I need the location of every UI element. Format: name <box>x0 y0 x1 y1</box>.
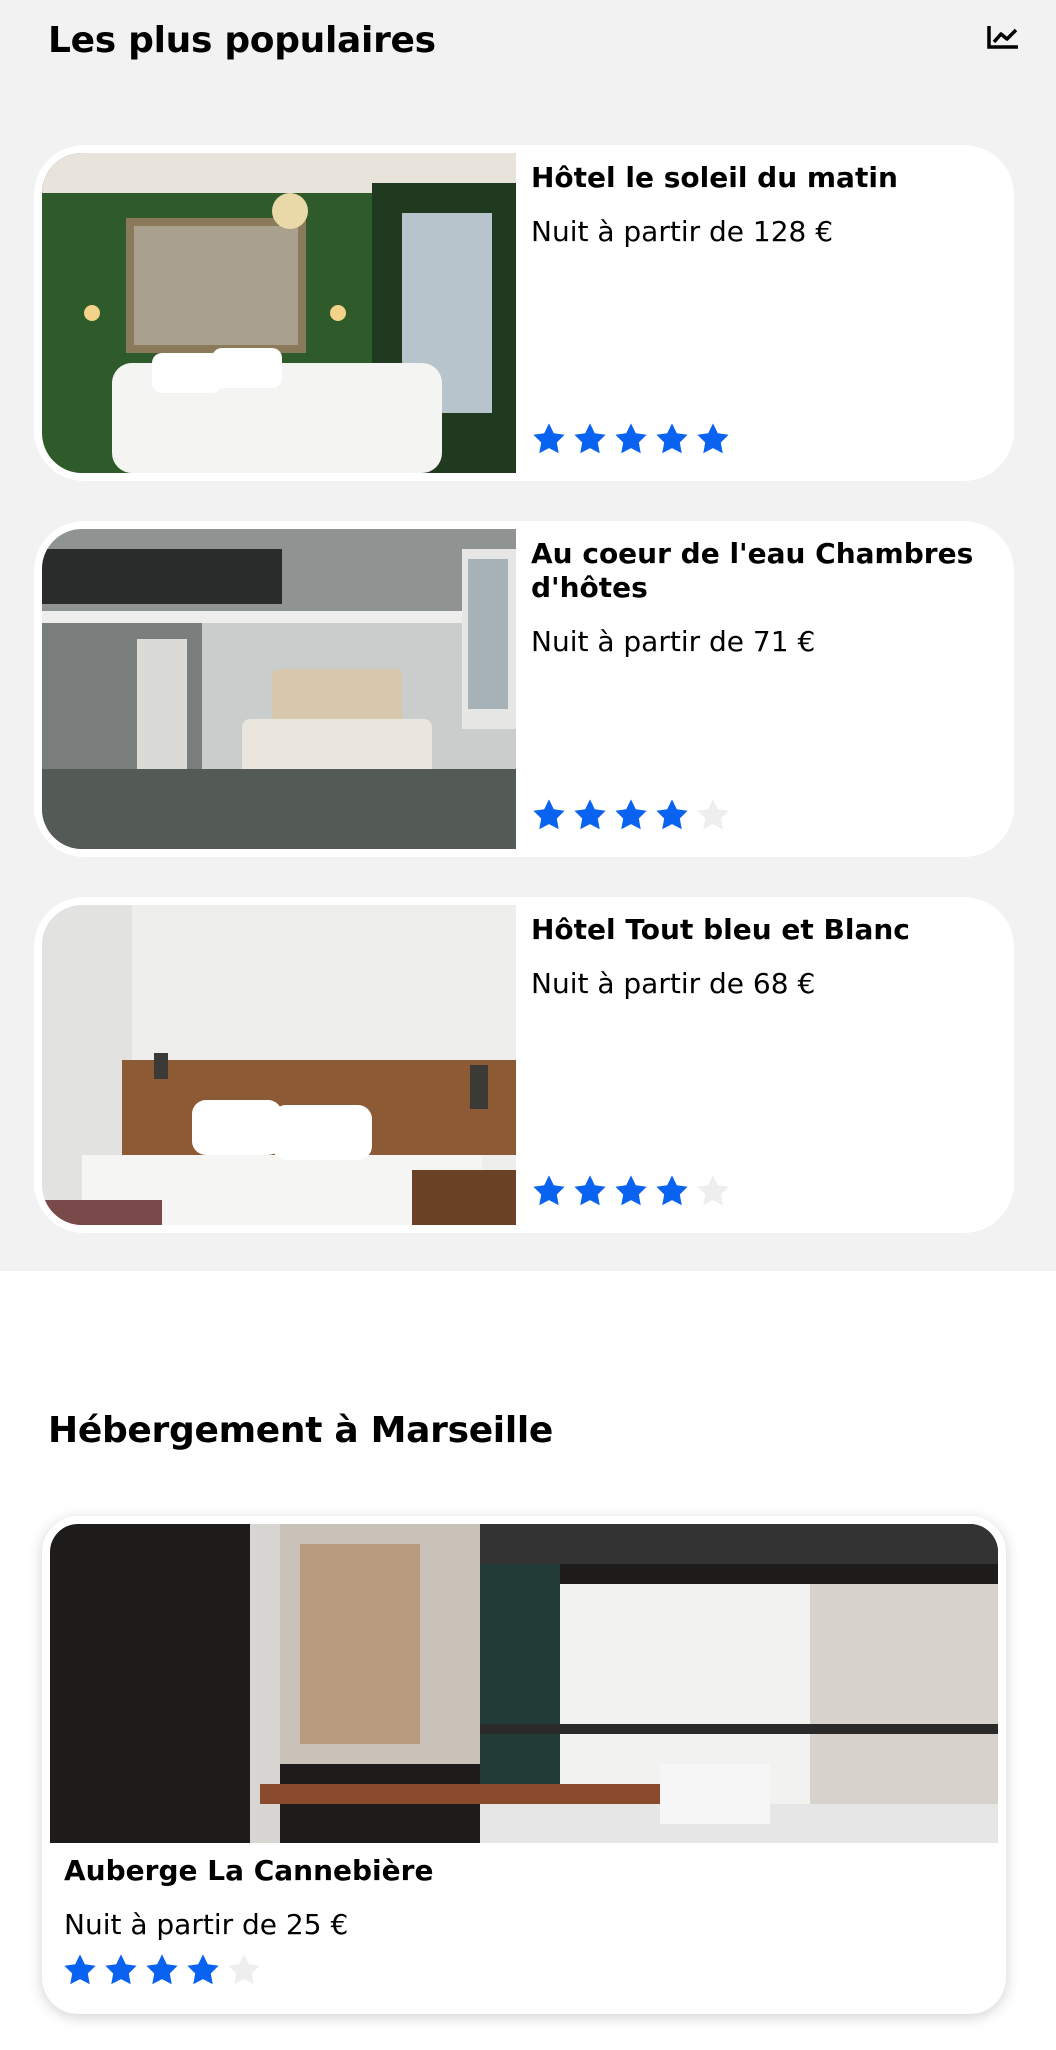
hotel-card[interactable]: Au coeur de l'eau Chambres d'hôtes Nuit … <box>34 521 1014 857</box>
star-icon <box>574 1175 606 1206</box>
hotel-photo <box>42 529 516 849</box>
star-empty-icon <box>697 799 729 830</box>
hotel-card[interactable]: Hôtel le soleil du matin Nuit à partir d… <box>34 145 1014 481</box>
star-icon <box>656 423 688 454</box>
star-empty-icon <box>697 1175 729 1206</box>
star-empty-icon <box>228 1954 260 1985</box>
star-rating <box>62 1952 262 1988</box>
star-icon <box>615 1175 647 1206</box>
hotel-name: Auberge La Cannebière <box>64 1854 434 1887</box>
trending-chart-icon[interactable] <box>986 24 1020 50</box>
popular-section-title: Les plus populaires <box>48 20 436 61</box>
city-section-title: Hébergement à Marseille <box>48 1410 554 1451</box>
star-icon <box>697 423 729 454</box>
star-icon <box>105 1954 137 1985</box>
hotel-photo <box>42 905 516 1225</box>
popular-section: Les plus populaires Hôtel le soleil du m… <box>0 0 1056 1271</box>
star-icon <box>146 1954 178 1985</box>
hotel-price: Nuit à partir de 68 € <box>531 967 816 1000</box>
hotel-price: Nuit à partir de 25 € <box>64 1908 349 1941</box>
hotel-price: Nuit à partir de 128 € <box>531 215 834 248</box>
star-icon <box>574 799 606 830</box>
hotel-name: Au coeur de l'eau Chambres d'hôtes <box>531 537 974 604</box>
hotel-card[interactable]: Hôtel Tout bleu et Blanc Nuit à partir d… <box>34 897 1014 1233</box>
star-icon <box>64 1954 96 1985</box>
star-icon <box>615 799 647 830</box>
hotel-photo <box>42 153 516 473</box>
star-icon <box>656 799 688 830</box>
star-icon <box>187 1954 219 1985</box>
star-icon <box>533 799 565 830</box>
hotel-name: Hôtel Tout bleu et Blanc <box>531 913 910 946</box>
hotel-price: Nuit à partir de 71 € <box>531 625 816 658</box>
hotel-photo <box>50 1524 998 1843</box>
star-icon <box>533 1175 565 1206</box>
star-rating <box>531 797 731 833</box>
star-icon <box>533 423 565 454</box>
hotel-card[interactable]: Auberge La Cannebière Nuit à partir de 2… <box>42 1516 1006 2014</box>
star-rating <box>531 421 731 457</box>
star-icon <box>615 423 647 454</box>
hotel-name: Hôtel le soleil du matin <box>531 161 898 194</box>
star-icon <box>574 423 606 454</box>
star-rating <box>531 1173 731 1209</box>
star-icon <box>656 1175 688 1206</box>
